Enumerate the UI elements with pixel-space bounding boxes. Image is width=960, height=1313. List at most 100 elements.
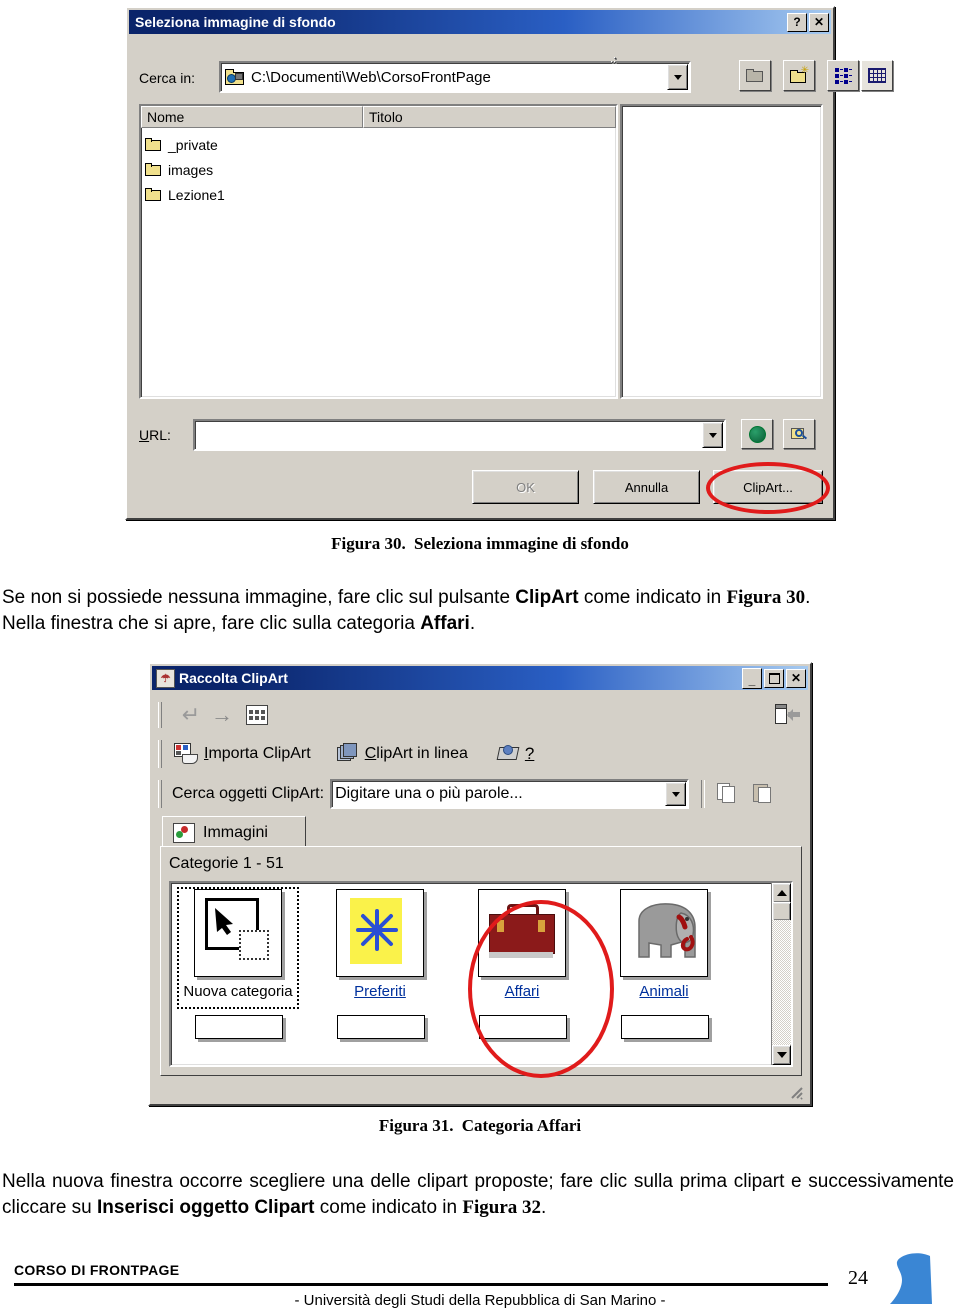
search-combobox[interactable]: Digitare una o più parole... [330,779,690,809]
toolbar-help-button[interactable]: ? [496,744,535,764]
category-item-nuova-categoria[interactable]: Nuova categoria [177,887,299,1009]
toolbar-clipart-online-button[interactable]: CClipArt in linealipArt in linea [336,743,468,765]
paragraph-1-bold-clipart: ClipArt [515,587,579,608]
list-view-icon-btn[interactable] [827,60,859,91]
scrollbar-track[interactable] [772,920,791,1046]
search-dropdown-arrow[interactable] [665,782,687,806]
help-label: ? [524,744,535,763]
highlight-ring-clipart-button [706,462,830,514]
scroll-down-button[interactable] [772,1045,791,1065]
resize-grip[interactable] [788,1084,804,1100]
maximize-button[interactable] [764,668,784,688]
favorites-star-icon [336,889,424,977]
paragraph-1-part3: . [805,587,811,608]
up-folder-button[interactable] [614,61,616,63]
copy-icon[interactable] [717,783,739,805]
list-item[interactable]: Lezione1 [143,182,614,207]
lookin-value: C:\Documenti\Web\CorsoFrontPage [251,68,491,86]
file-name: images [168,161,214,178]
up-one-level-icon-btn[interactable] [739,60,771,91]
url-dropdown-arrow[interactable] [702,422,723,448]
url-combobox[interactable] [193,419,726,451]
scrollbar-thumb[interactable] [772,902,791,921]
lookin-label: Cerca in: [139,70,196,86]
forward-icon[interactable]: → [206,702,238,728]
category-item-partial[interactable] [337,1015,425,1039]
new-category-icon [194,889,282,977]
paragraph-2-figref: Figura 32 [462,1197,542,1218]
ok-button[interactable]: OK [472,470,579,504]
minimize-button[interactable]: _ [742,667,762,689]
all-categories-icon[interactable] [246,705,268,725]
paragraph-1-part2: come indicato in [578,587,727,608]
folder-icon [145,138,162,151]
paragraph-2: Nella nuova finestra occorre scegliere u… [2,1169,954,1221]
category-label: Animali [639,983,689,1000]
figure-30-caption-prefix: Figura 30. [331,534,406,553]
back-icon[interactable]: ↵ [176,702,206,728]
category-item-preferiti[interactable]: Preferiti [321,889,439,1007]
lookin-combobox[interactable]: C:\Documenti\Web\CorsoFrontPage [219,61,691,93]
column-header-titolo[interactable]: Titolo [363,106,616,128]
category-item-partial[interactable] [621,1015,709,1039]
cancel-button[interactable]: Annulla [593,470,700,504]
paste-icon[interactable] [753,783,775,805]
preview-pane [620,104,823,399]
clipart-search-row: Cerca oggetti ClipArt: Digitare una o pi… [158,776,804,812]
scroll-up-button[interactable] [772,883,791,903]
url-label: UURL:RL: [139,427,171,443]
details-view-icon-btn[interactable] [861,60,893,91]
help-button[interactable]: ? [787,12,807,32]
list-item[interactable]: _private [143,132,614,157]
dialog-titlebar[interactable]: Seleziona immagine di sfondo ? ✕ [129,10,831,34]
folder-icon [145,188,162,201]
paragraph-1-part1: Se non si possiede nessuna immagine, far… [2,587,516,608]
clipart-nav-toolbar: ↵ → [158,696,804,734]
close-button[interactable]: ✕ [786,668,806,688]
file-name: _private [168,136,218,153]
clipart-titlebar[interactable]: ☂ Raccolta ClipArt _ ✕ [152,666,808,690]
new-folder-icon: ✳ [790,65,809,83]
footer-page-number: 24 [848,1267,868,1289]
new-folder-icon-btn[interactable]: ✳ [783,60,815,91]
folder-icon [145,163,162,176]
tab-immagini[interactable]: Immagini [162,816,306,849]
browse-web-icon-btn[interactable] [741,419,773,449]
category-label: Nuova categoria [183,983,293,1000]
up-one-level-icon [746,68,764,83]
categories-count-label: Categorie 1 - 51 [169,855,284,872]
file-list-pane[interactable]: Nome Titolo _private images Lezione1 [139,104,618,399]
elephant-glyph-icon [638,903,696,958]
toolbar-import-clipart-button[interactable]: IImporta ClipArtmporta ClipArt [174,743,311,765]
details-view-icon [868,68,886,83]
tab-immagini-label: Immagini [203,824,268,841]
paragraph-2-part3: . [541,1197,547,1218]
category-item-animali[interactable]: Animali [605,889,723,1007]
up-one-level-icon[interactable] [611,61,613,63]
paragraph-2-part2: come indicato in [314,1197,463,1218]
toolbar-up-button[interactable] [614,57,616,59]
column-header-nome[interactable]: Nome [141,106,363,128]
change-to-small-window-icon[interactable] [774,704,804,726]
category-label: Preferiti [354,983,406,1000]
clipart-online-icon [336,743,361,765]
footer-course-label: CORSO DI FRONTPAGE [14,1262,180,1278]
paragraph-1-bold-affari: Affari [420,613,470,634]
highlight-ring-affari-category [468,900,614,1078]
clipart-gallery-icon: ☂ [156,668,175,688]
list-item[interactable]: images [143,157,614,182]
clipart-main-toolbar: IImporta ClipArtmporta ClipArt CClipArt … [158,734,804,774]
paragraph-2-bold-inserisci: Inserisci oggetto Clipart [97,1197,315,1218]
search-web-icon-btn[interactable] [783,419,815,449]
search-input[interactable]: Digitare una o più parole... [332,785,664,803]
list-view-icon [834,67,852,84]
file-list: _private images Lezione1 [143,132,614,395]
lookin-folder-icon [224,68,246,86]
browse-web-icon [748,425,766,443]
lookin-dropdown-arrow[interactable] [667,64,688,90]
dialog-seleziona-immagine-di-sfondo: Seleziona immagine di sfondo ? ✕ Cerca i… [125,6,893,520]
category-item-partial[interactable] [195,1015,283,1039]
close-button[interactable]: ✕ [809,12,829,32]
categories-scrollbar[interactable] [771,883,791,1065]
asterisk-glyph-icon [356,909,398,951]
